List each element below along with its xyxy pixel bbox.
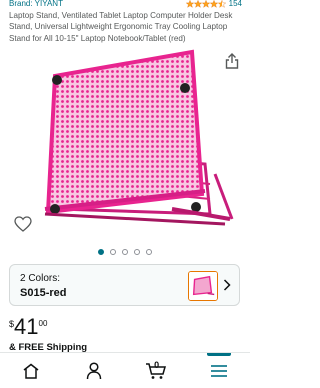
account-icon (86, 361, 101, 379)
nav-account[interactable] (74, 354, 114, 388)
carousel-dot[interactable] (110, 249, 116, 255)
carousel-dot[interactable] (134, 249, 140, 255)
price-whole: 41 (14, 314, 39, 339)
share-icon[interactable] (225, 53, 239, 69)
star-icon (209, 0, 218, 8)
menu-icon (210, 364, 227, 377)
home-icon (23, 363, 39, 379)
chevron-right-icon (223, 279, 231, 291)
product-title: Laptop Stand, Ventilated Tablet Laptop C… (9, 11, 233, 43)
rating[interactable]: 154 (185, 0, 242, 9)
star-icon (185, 0, 194, 8)
variant-thumbnail[interactable] (188, 271, 218, 301)
carousel-dot[interactable] (146, 249, 152, 255)
nav-menu[interactable] (199, 352, 239, 388)
rating-count[interactable]: 154 (229, 0, 242, 9)
brand-link[interactable]: Brand: YIYANT (9, 0, 63, 9)
nav-home[interactable] (11, 354, 51, 388)
carousel-dot[interactable] (98, 249, 104, 255)
product-page: Brand: YIYANT 154 Laptop Stand, Ventilat… (0, 0, 250, 388)
bottom-navigation: 0 (0, 352, 250, 388)
rating-stars (185, 0, 226, 8)
variant-selected-value: S015-red (20, 287, 67, 299)
product-image[interactable] (0, 44, 250, 244)
variant-count-label: 2 Colors: (20, 273, 61, 284)
wishlist-heart-icon[interactable] (14, 216, 32, 232)
nav-cart[interactable]: 0 (136, 354, 176, 388)
price: $ 41 00 (9, 316, 47, 338)
star-icon (193, 0, 202, 8)
image-carousel-dots (0, 249, 250, 255)
brand-rating-row: Brand: YIYANT 154 (9, 0, 242, 10)
price-fraction: 00 (38, 319, 48, 328)
carousel-dot[interactable] (122, 249, 128, 255)
half-star-icon (217, 0, 226, 8)
star-icon (201, 0, 210, 8)
cart-count: 0 (154, 359, 160, 370)
color-variant-selector[interactable]: 2 Colors: S015-red (9, 264, 240, 306)
